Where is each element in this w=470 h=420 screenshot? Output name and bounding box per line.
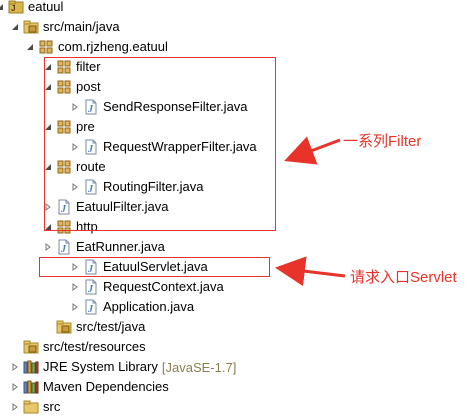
svg-text:J: J — [11, 4, 15, 13]
tree-item-src-test-java[interactable]: src/test/java — [43, 317, 145, 337]
servlet-annotation-label: 请求入口Servlet — [350, 269, 457, 286]
tree-item-label: src/main/java — [43, 19, 120, 34]
expanded-twistie-icon[interactable] — [25, 41, 35, 53]
tree-item-requestcontext-java[interactable]: J RequestContext.java — [70, 277, 224, 297]
expanded-twistie-icon[interactable] — [10, 21, 20, 33]
tree-item-label: src — [43, 399, 61, 414]
collapsed-twistie-icon[interactable] — [10, 361, 20, 373]
tree-item-src-test-resources[interactable]: src/test/resources — [10, 337, 146, 357]
svg-text:J: J — [87, 304, 94, 315]
package-icon — [38, 39, 54, 55]
tree-item-decoration: [JavaSE-1.7] — [161, 359, 237, 375]
tree-item-label: src/test/resources — [43, 339, 146, 354]
tree-item-src-main-java[interactable]: src/main/java — [10, 17, 120, 37]
filter-highlight-box — [44, 57, 276, 231]
filter-annotation-label: 一系列Filter — [343, 133, 422, 150]
source-folder-icon — [56, 319, 72, 335]
folder-icon — [23, 399, 39, 415]
servlet-highlight-box — [39, 257, 270, 277]
project-icon: J — [8, 0, 24, 15]
tree-item-label: RequestContext.java — [103, 279, 224, 294]
tree-item-label: src/test/java — [76, 319, 146, 334]
tree-item-eatuul[interactable]: Jeatuul — [0, 0, 63, 17]
tree-item-application-java[interactable]: J Application.java — [70, 297, 194, 317]
java-file-icon: J — [83, 279, 99, 295]
twistie-spacer — [10, 341, 20, 353]
twistie-spacer — [43, 321, 53, 333]
tree-item-eatrunner-java[interactable]: J EatRunner.java — [43, 237, 165, 257]
library-icon — [23, 379, 39, 395]
tree-item-jre-system-library[interactable]: JRE System Library [JavaSE-1.7] — [10, 357, 236, 377]
library-icon — [23, 359, 39, 375]
collapsed-twistie-icon[interactable] — [70, 281, 80, 293]
tree-item-label: com.rjzheng.eatuul — [58, 39, 168, 54]
tree-item-label: Application.java — [103, 299, 195, 314]
tree-item-maven-dependencies[interactable]: Maven Dependencies — [10, 377, 169, 397]
tree-item-label: eatuul — [28, 0, 64, 14]
svg-text:J: J — [87, 284, 94, 295]
svg-text:J: J — [60, 244, 67, 255]
collapsed-twistie-icon[interactable] — [10, 381, 20, 393]
java-file-icon: J — [56, 239, 72, 255]
tree-item-src[interactable]: src — [10, 397, 60, 417]
source-folder-icon — [23, 339, 39, 355]
source-folder-icon — [23, 19, 39, 35]
java-file-icon: J — [83, 299, 99, 315]
tree-item-com-rjzheng-eatuul[interactable]: com.rjzheng.eatuul — [25, 37, 168, 57]
collapsed-twistie-icon[interactable] — [43, 241, 53, 253]
collapsed-twistie-icon[interactable] — [70, 301, 80, 313]
tree-item-label: EatRunner.java — [76, 239, 165, 254]
expanded-twistie-icon[interactable] — [0, 1, 5, 13]
collapsed-twistie-icon[interactable] — [10, 401, 20, 413]
tree-item-label: Maven Dependencies — [43, 379, 169, 394]
tree-item-label: JRE System Library — [43, 359, 158, 374]
